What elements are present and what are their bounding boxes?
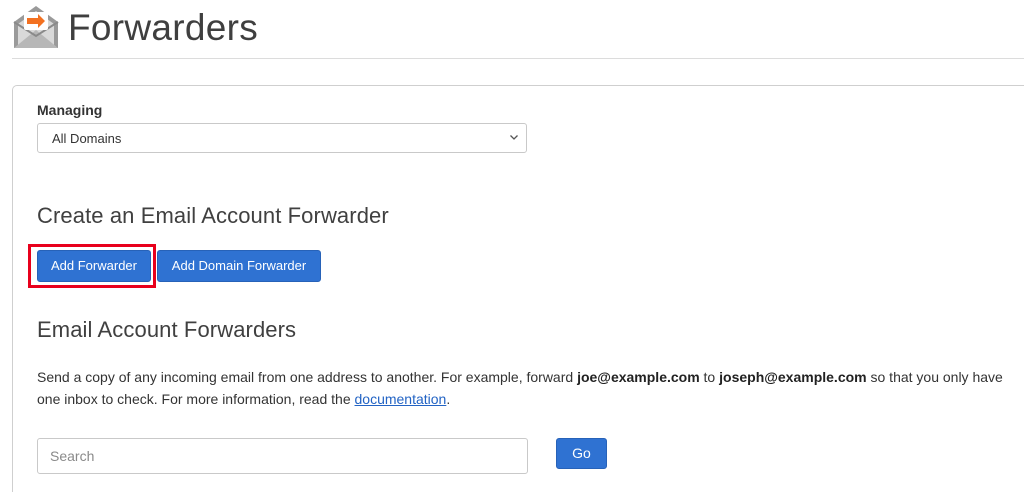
email-forwarders-heading: Email Account Forwarders [37, 317, 297, 342]
create-forwarder-heading: Create an Email Account Forwarder [37, 203, 389, 228]
managing-label: Managing [37, 102, 103, 118]
add-forwarder-button[interactable]: Add Forwarder [37, 250, 151, 282]
go-button[interactable]: Go [556, 438, 607, 469]
description-text-1: Send a copy of any incoming email from o… [37, 369, 578, 385]
forwarders-panel: Managing All Domains Create an Email Acc… [12, 85, 1024, 492]
example-from-address: joe@example.com [577, 369, 700, 385]
envelope-forward-icon [13, 6, 59, 48]
chevron-down-icon [510, 135, 518, 140]
example-to-address: joseph@example.com [719, 369, 867, 385]
forwarders-page: Forwarders Managing All Domains Create a… [0, 0, 1024, 492]
documentation-link[interactable]: documentation [355, 391, 447, 407]
page-title: Forwarders [68, 7, 259, 48]
page-header: Forwarders [12, 0, 1024, 59]
domain-select[interactable]: All Domains [37, 123, 527, 153]
add-domain-forwarder-button[interactable]: Add Domain Forwarder [157, 250, 321, 282]
domain-select-value: All Domains [52, 131, 122, 146]
description-text-4: . [446, 391, 451, 407]
search-input[interactable] [37, 438, 528, 474]
description-text-2: to [699, 369, 720, 385]
forwarders-description: Send a copy of any incoming email from o… [37, 366, 1024, 410]
